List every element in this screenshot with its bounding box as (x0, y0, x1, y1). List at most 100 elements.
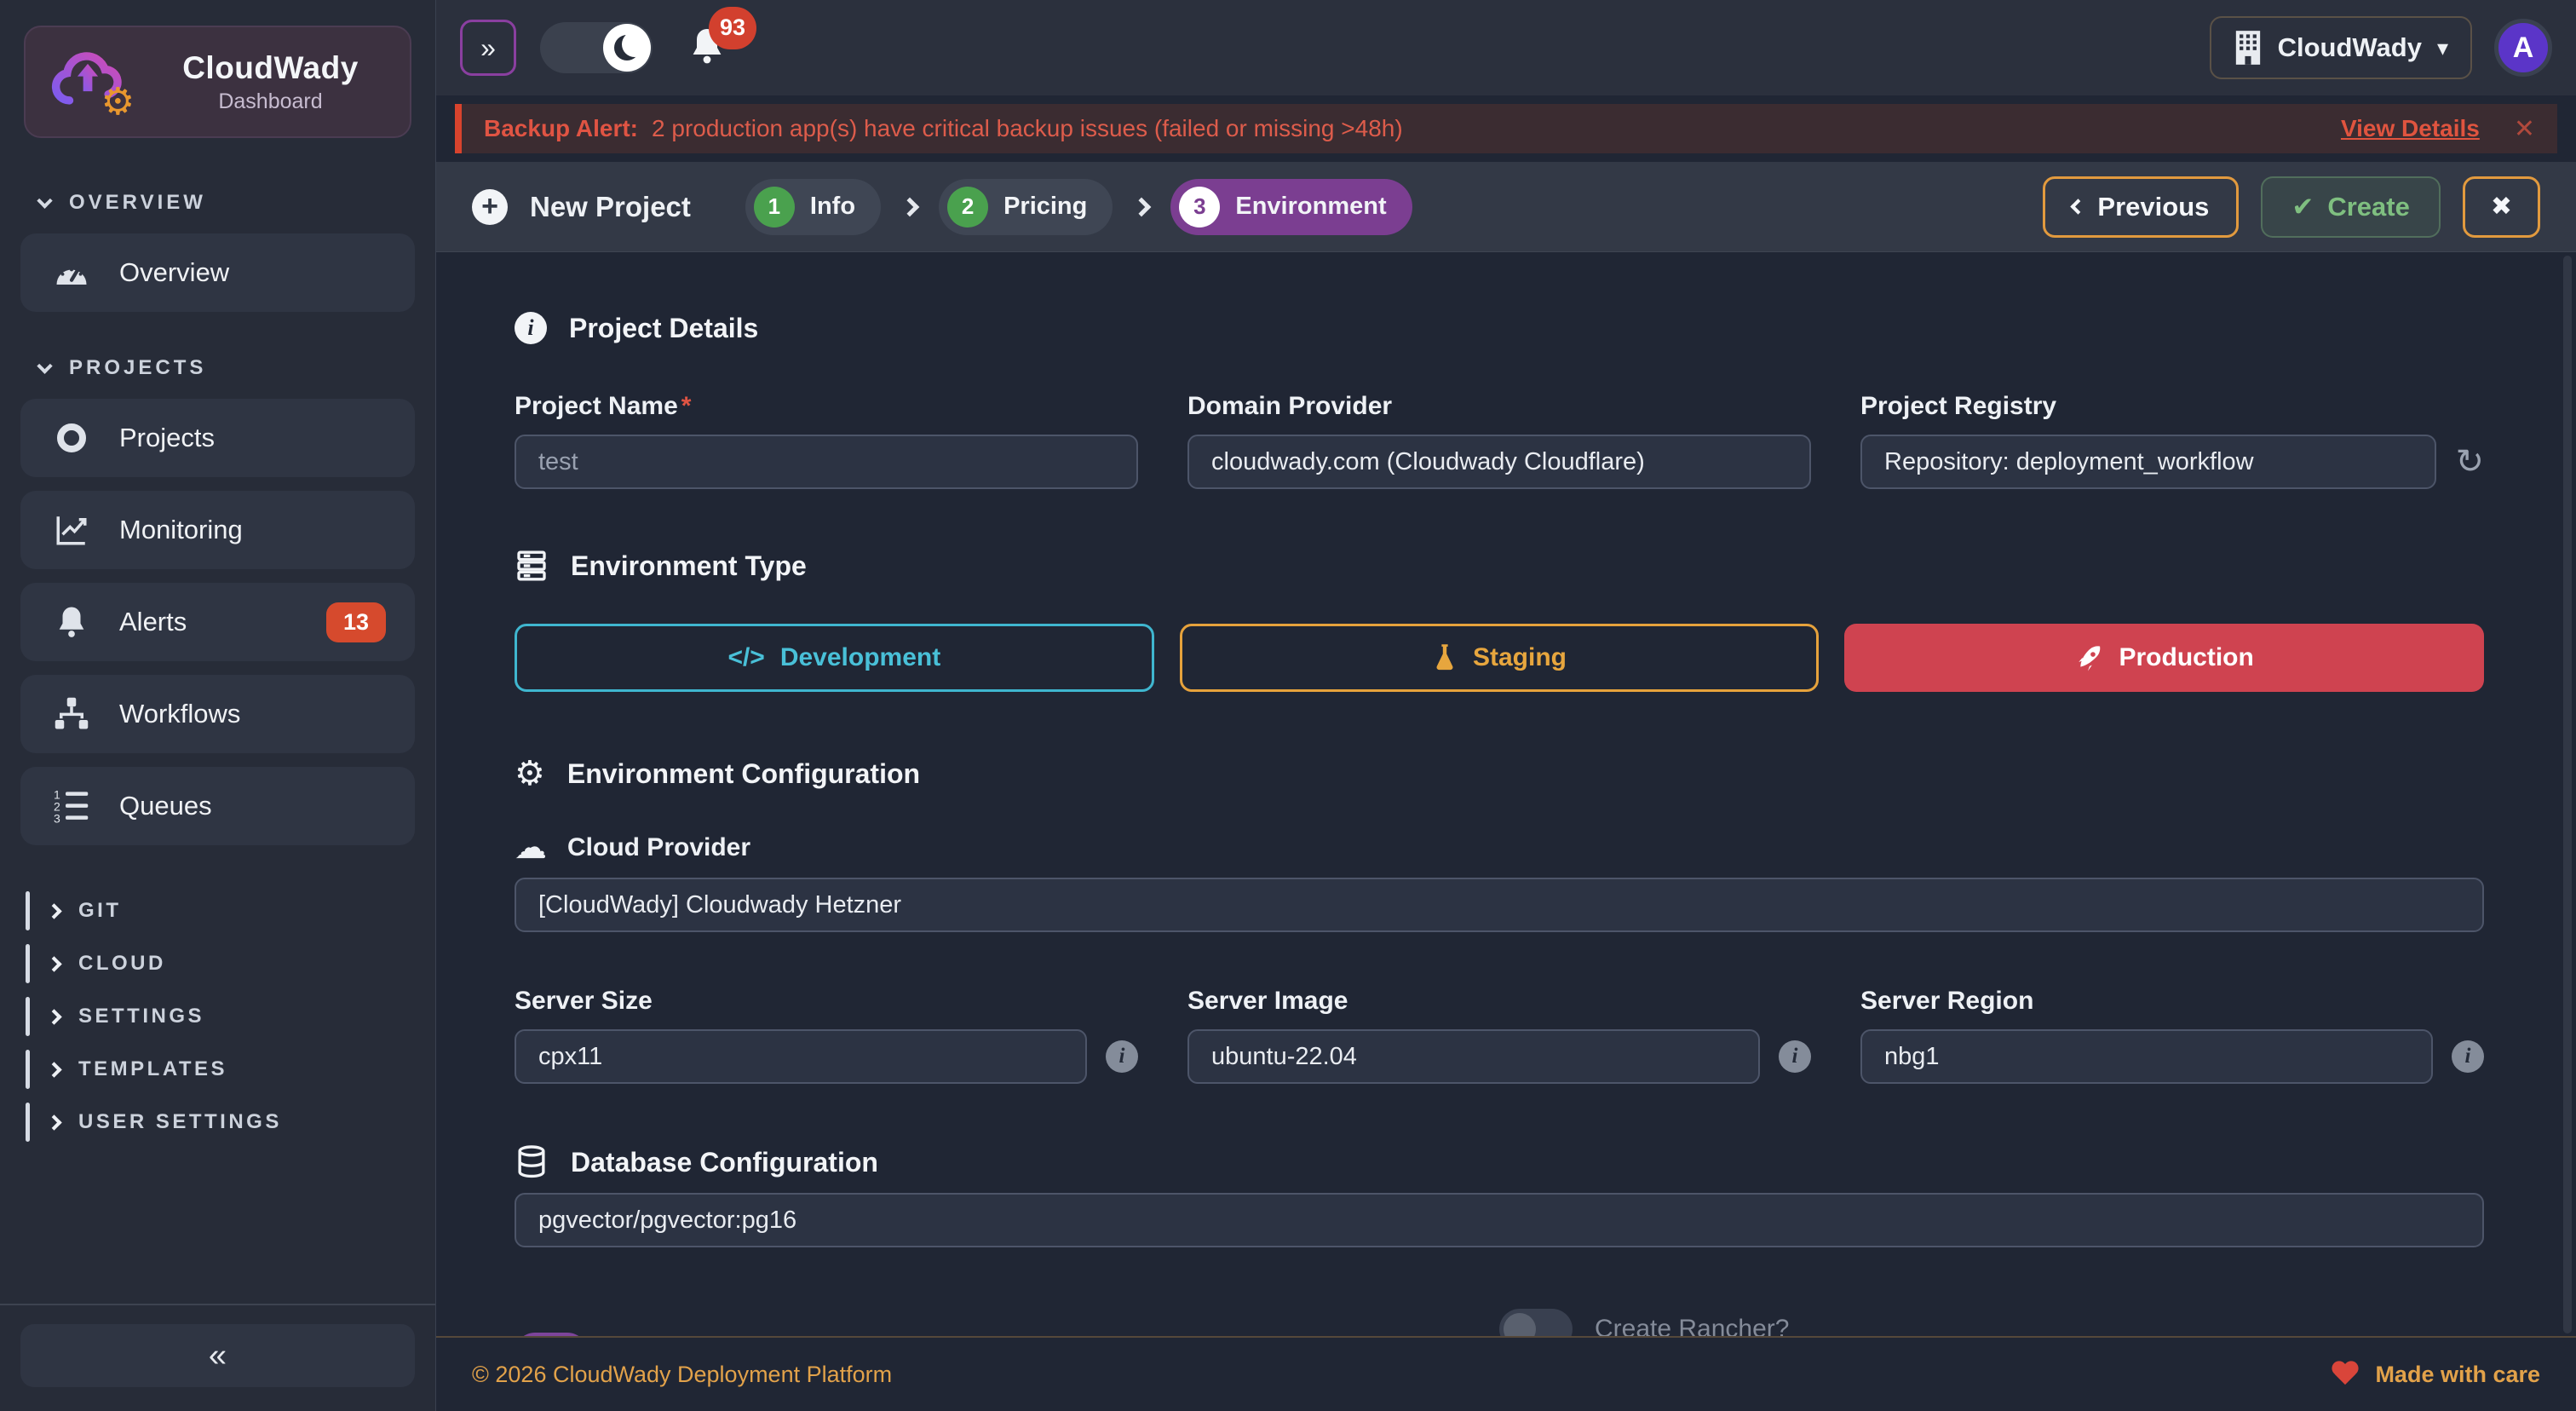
chevron-right-icon (46, 1062, 61, 1077)
create-rancher-toggle[interactable] (1499, 1309, 1573, 1336)
project-registry-field-group: Project Registry Repository: deployment_… (1860, 392, 2484, 489)
main-area: » 93 CloudWady ▾ A Backup Alert: 2 produ… (436, 0, 2576, 1411)
chevron-down-icon (37, 193, 52, 208)
previous-button[interactable]: Previous (2043, 176, 2239, 238)
server-image-select[interactable]: ubuntu-22.04 (1187, 1029, 1760, 1084)
copyright-text: © 2026 CloudWady Deployment Platform (472, 1362, 892, 1388)
section-environment-configuration: ⚙ Environment Configuration (515, 757, 2484, 791)
env-development-button[interactable]: </> Development (515, 624, 1154, 692)
domain-provider-select[interactable]: cloudwady.com (Cloudwady Cloudflare) (1187, 435, 1811, 489)
cloud-upload-gear-logo-icon: ⚙ (51, 49, 133, 114)
create-app-toggle[interactable] (515, 1333, 588, 1337)
flask-icon (1432, 643, 1458, 672)
wizard-step-environment[interactable]: 3 Environment (1170, 179, 1412, 235)
sidebar-group-git[interactable]: GIT (26, 891, 435, 930)
server-region-field-group: Server Region nbg1 i (1860, 987, 2484, 1084)
server-region-label: Server Region (1860, 987, 2484, 1016)
building-icon (2234, 31, 2263, 65)
check-icon: ✔ (2291, 192, 2314, 222)
chevron-right-icon (46, 1009, 61, 1024)
wizard-step-pricing[interactable]: 2 Pricing (939, 179, 1113, 235)
domain-provider-label: Domain Provider (1187, 392, 1811, 421)
chevron-right-icon (46, 956, 61, 971)
chevron-down-icon (37, 358, 52, 373)
sidebar-item-overview[interactable]: Overview (20, 233, 415, 312)
sidebar-group-templates[interactable]: TEMPLATES (26, 1050, 435, 1089)
wizard-step-info[interactable]: 1 Info (745, 179, 881, 235)
project-name-label: Project Name (515, 392, 678, 420)
info-icon: i (515, 312, 547, 344)
section-project-details: i Project Details (515, 312, 2484, 344)
chevron-right-icon (46, 1114, 61, 1130)
sitemap-icon (49, 696, 94, 732)
sidebar-item-projects[interactable]: Projects (20, 399, 415, 477)
sidebar-collapse-button[interactable]: « (20, 1324, 415, 1387)
code-icon: </> (727, 643, 764, 672)
database-icon (515, 1145, 549, 1179)
project-name-input[interactable] (515, 435, 1138, 489)
section-database-configuration: Database Configuration (515, 1145, 2484, 1179)
sidebar-item-alerts[interactable]: Alerts 13 (20, 583, 415, 661)
gear-icon: ⚙ (101, 84, 135, 121)
view-details-link[interactable]: View Details (2341, 115, 2480, 142)
made-with-care-text: Made with care (2375, 1362, 2540, 1388)
required-asterisk: * (681, 392, 692, 420)
wizard-header: + New Project 1 Info 2 Pricing 3 Environ… (436, 162, 2576, 252)
domain-provider-field-group: Domain Provider cloudwady.com (Cloudwady… (1187, 392, 1811, 489)
sidebar-collapsed-groups: GIT CLOUD SETTINGS TEMPLATES USER SETTIN… (0, 891, 435, 1155)
svg-text:3: 3 (54, 811, 60, 824)
caret-down-icon: ▾ (2437, 35, 2448, 61)
brand-logo-card: ⚙ CloudWady Dashboard (24, 26, 411, 138)
topbar: » 93 CloudWady ▾ A (436, 0, 2576, 95)
plus-circle-icon: + (472, 189, 508, 225)
scrollbar-thumb[interactable] (2563, 256, 2572, 1333)
close-wizard-button[interactable]: ✖ (2463, 176, 2540, 238)
sidebar-item-workflows[interactable]: Workflows (20, 675, 415, 753)
project-registry-select[interactable]: Repository: deployment_workflow (1860, 435, 2436, 489)
alert-title: Backup Alert: (484, 115, 638, 142)
env-production-button[interactable]: Production (1844, 624, 2484, 692)
chevron-right-icon (46, 903, 61, 919)
refresh-icon[interactable]: ↻ (2455, 445, 2484, 479)
create-button[interactable]: ✔ Create (2261, 176, 2440, 238)
sidebar-item-monitoring[interactable]: Monitoring (20, 491, 415, 569)
alerts-count-badge: 13 (326, 602, 386, 642)
chevron-left-icon (2071, 199, 2086, 214)
form-content: i Project Details Project Name* Domain P… (436, 252, 2576, 1336)
info-icon[interactable]: i (2452, 1040, 2484, 1073)
notifications-bell[interactable]: 93 (687, 24, 727, 72)
chevron-right-icon (1132, 197, 1152, 216)
gears-icon: ⚙ (515, 757, 545, 791)
sidebar-group-projects[interactable]: PROJECTS (39, 356, 435, 380)
org-switcher-button[interactable]: CloudWady ▾ (2210, 16, 2472, 79)
sidebar-item-queues[interactable]: 123 Queues (20, 767, 415, 845)
circle-icon (49, 423, 94, 452)
sidebar-group-settings[interactable]: SETTINGS (26, 997, 435, 1036)
alert-message: 2 production app(s) have critical backup… (652, 115, 1403, 142)
moon-icon (614, 35, 640, 60)
server-region-select[interactable]: nbg1 (1860, 1029, 2433, 1084)
cloud-provider-select[interactable]: [CloudWady] Cloudwady Hetzner (515, 878, 2484, 932)
sidebar-group-user-settings[interactable]: USER SETTINGS (26, 1103, 435, 1142)
info-icon[interactable]: i (1106, 1040, 1138, 1073)
section-environment-type: Environment Type (515, 549, 2484, 583)
app-root: ⚙ CloudWady Dashboard OVERVIEW Overview … (0, 0, 2576, 1411)
sidebar-group-cloud[interactable]: CLOUD (26, 944, 435, 983)
brand-title: CloudWady (157, 50, 384, 86)
dark-mode-toggle[interactable] (540, 22, 653, 73)
create-rancher-label: Create Rancher? (1595, 1315, 1789, 1336)
env-staging-button[interactable]: Staging (1180, 624, 1820, 692)
user-avatar[interactable]: A (2494, 19, 2552, 77)
wizard-title: New Project (530, 191, 691, 223)
database-image-select[interactable]: pgvector/pgvector:pg16 (515, 1193, 2484, 1247)
project-registry-label: Project Registry (1860, 392, 2484, 421)
sidebar-group-overview[interactable]: OVERVIEW (39, 191, 435, 215)
sidebar: ⚙ CloudWady Dashboard OVERVIEW Overview … (0, 0, 436, 1411)
server-size-select[interactable]: cpx11 (515, 1029, 1087, 1084)
backup-alert-banner: Backup Alert: 2 production app(s) have c… (455, 104, 2557, 153)
sidebar-expand-button[interactable]: » (460, 20, 516, 76)
info-icon[interactable]: i (1779, 1040, 1811, 1073)
chevron-right-icon (900, 197, 920, 216)
cloud-icon: ☁ (515, 832, 547, 864)
alert-close-icon[interactable]: ✕ (2514, 114, 2535, 144)
